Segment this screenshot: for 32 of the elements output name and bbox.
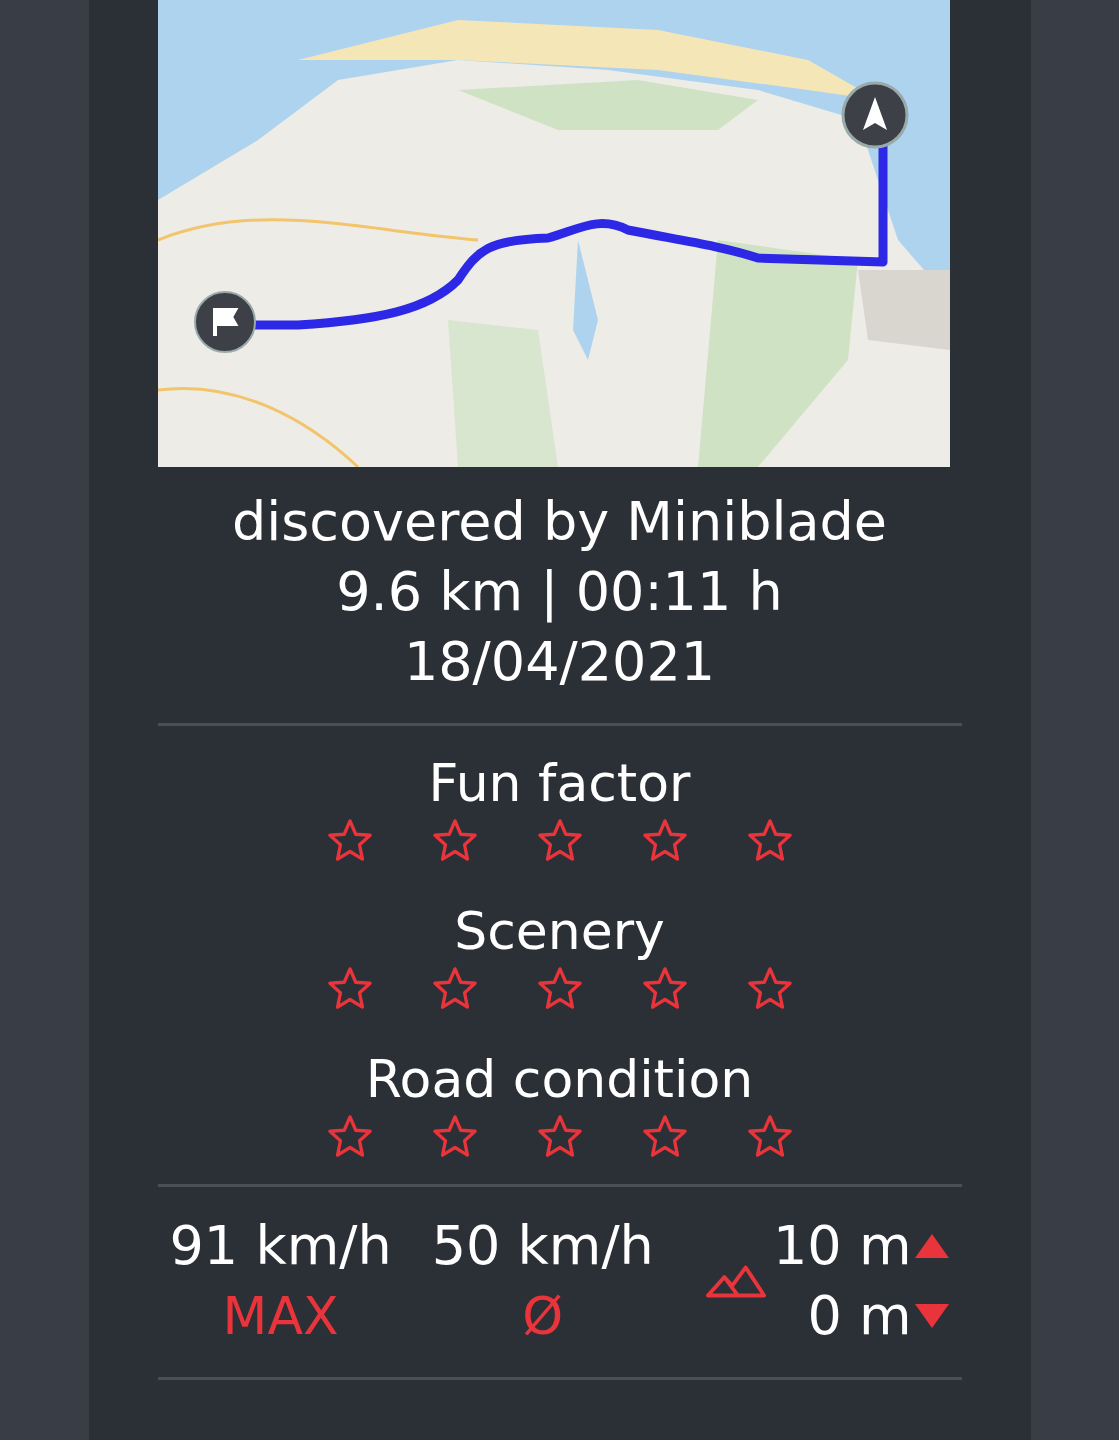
star-icon[interactable] — [536, 966, 583, 1010]
ascent-value: 10 m — [773, 1213, 912, 1279]
navigation-icon[interactable] — [840, 80, 910, 150]
star-icon[interactable] — [536, 1114, 583, 1158]
route-summary: 9.6 km | 00:11 h — [336, 559, 783, 625]
speed-label: Ø — [522, 1285, 564, 1348]
star-icon[interactable] — [326, 818, 373, 862]
speed-label: MAX — [222, 1285, 339, 1348]
route-date: 18/04/2021 — [403, 629, 716, 695]
speed-value: 91 km/h — [169, 1213, 392, 1279]
rating-label: Road condition — [364, 1048, 755, 1111]
star-icon[interactable] — [431, 966, 478, 1010]
star-icon[interactable] — [536, 818, 583, 862]
mountain-icon — [705, 1263, 767, 1299]
star-icon[interactable] — [326, 1114, 373, 1158]
star-icon[interactable] — [641, 1114, 688, 1158]
star-icon[interactable] — [431, 818, 478, 862]
speed-value: 50 km/h — [431, 1213, 654, 1279]
star-icon[interactable] — [326, 966, 373, 1010]
rating-label: Fun factor — [427, 752, 692, 815]
author-text: discovered by Miniblade — [231, 489, 888, 555]
star-icon[interactable] — [641, 818, 688, 862]
star-icon[interactable] — [641, 966, 688, 1010]
rating-label: Scenery — [453, 900, 666, 963]
descent-value: 0 m — [807, 1283, 912, 1349]
star-icon[interactable] — [746, 966, 793, 1010]
star-icon[interactable] — [746, 1114, 793, 1158]
star-icon[interactable] — [746, 818, 793, 862]
up-triangle-icon — [913, 1233, 950, 1259]
down-triangle-icon — [913, 1303, 950, 1329]
flag-icon[interactable] — [193, 290, 257, 354]
star-icon[interactable] — [431, 1114, 478, 1158]
